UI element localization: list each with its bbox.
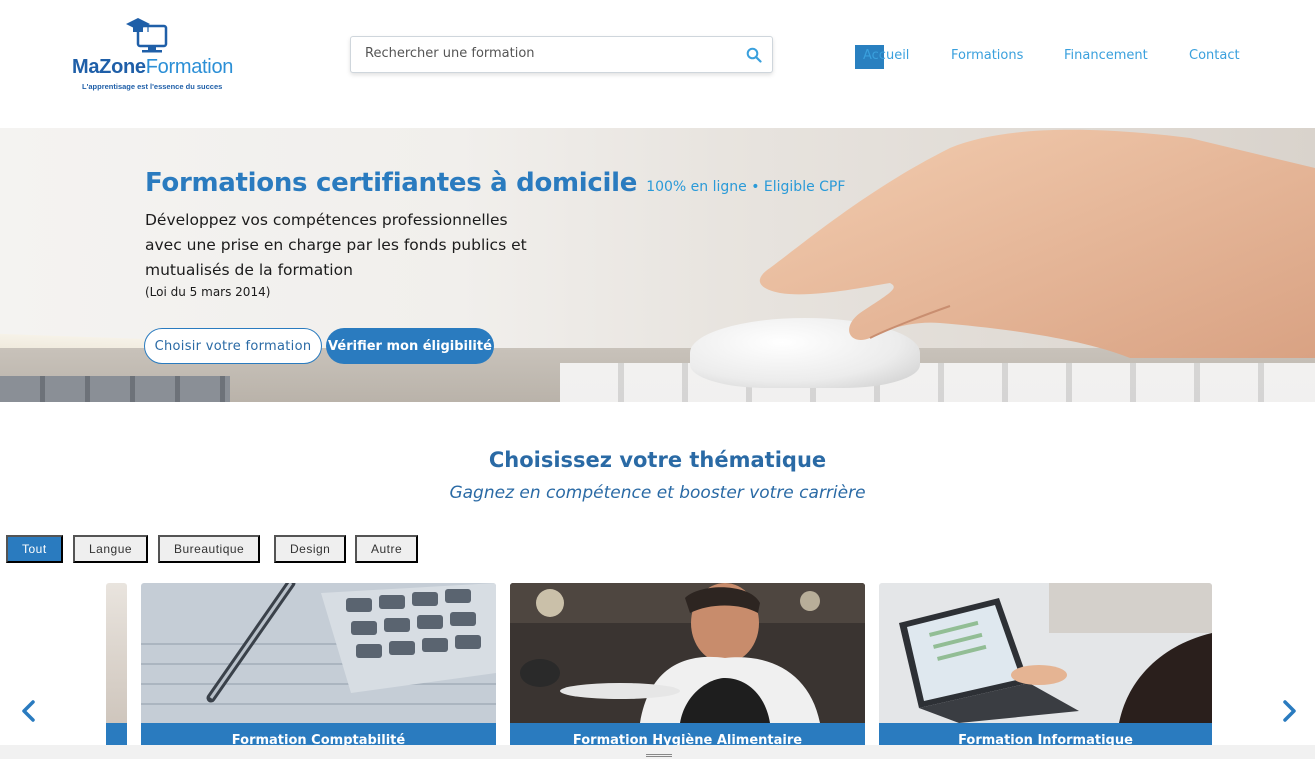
choose-formation-button[interactable]: Choisir votre formation bbox=[144, 328, 322, 364]
hero-description: Développez vos compétences professionnel… bbox=[145, 211, 527, 279]
hero-title: Formations certifiantes à domicile 100% … bbox=[145, 168, 845, 198]
card-image-comptabilite bbox=[141, 583, 496, 723]
check-eligibility-button[interactable]: Vérifier mon éligibilité bbox=[326, 328, 494, 364]
logo-name-part2: Formation bbox=[145, 56, 234, 78]
carousel-card-partial[interactable] bbox=[106, 583, 127, 753]
section-title: Choisissez votre thématique bbox=[488, 448, 827, 472]
hero-bg-laptop-keys bbox=[0, 376, 230, 402]
filter-design[interactable]: Design bbox=[274, 535, 347, 563]
scrollbar-grip-icon[interactable] bbox=[646, 754, 672, 757]
filter-autre[interactable]: Autre bbox=[355, 535, 419, 563]
nav-item-contact[interactable]: Contact bbox=[1189, 48, 1240, 63]
chevron-left-icon[interactable] bbox=[18, 698, 40, 724]
hero-bg-hand bbox=[759, 129, 1315, 358]
nav-item-accueil[interactable]: Accueil bbox=[863, 48, 909, 63]
filter-tout[interactable]: Tout bbox=[6, 535, 63, 563]
card-image bbox=[106, 583, 127, 723]
hero-title-main: Formations certifiantes à domicile bbox=[145, 168, 638, 198]
site-logo[interactable]: MaZoneFormation L'apprentisage est l'ess… bbox=[72, 16, 247, 96]
filter-bureautique[interactable]: Bureautique bbox=[158, 535, 261, 563]
filter-langue[interactable]: Langue bbox=[73, 535, 149, 563]
nav-item-financement[interactable]: Financement bbox=[1064, 48, 1148, 63]
hero-bg-keyboard bbox=[560, 363, 1315, 402]
card-comptabilite[interactable]: Formation Comptabilité bbox=[141, 583, 496, 753]
search-input[interactable] bbox=[365, 46, 725, 61]
site-header: MaZoneFormation L'apprentisage est l'ess… bbox=[0, 0, 1315, 128]
chevron-right-icon[interactable] bbox=[1278, 698, 1300, 724]
card-hygiene-alimentaire[interactable]: Formation Hygiène Alimentaire bbox=[510, 583, 865, 753]
logo-name-part1: MaZone bbox=[72, 56, 146, 78]
hero-law-note: (Loi du 5 mars 2014) bbox=[145, 285, 271, 299]
logo-wordmark: MaZoneFormation bbox=[72, 56, 233, 79]
nav-item-formations[interactable]: Formations bbox=[951, 48, 1023, 63]
section-subtitle: Gagnez en compétence et booster votre ca… bbox=[449, 483, 866, 503]
card-image-hygiene bbox=[510, 583, 865, 723]
card-informatique[interactable]: Formation Informatique bbox=[879, 583, 1212, 753]
search-box bbox=[350, 36, 773, 73]
logo-tagline: L'apprentisage est l'essence du succes bbox=[82, 82, 223, 91]
graduation-cap-monitor-icon bbox=[126, 18, 168, 53]
search-icon[interactable] bbox=[746, 47, 762, 63]
hero-title-suffix: 100% en ligne • Eligible CPF bbox=[646, 179, 846, 195]
hero-banner: Formations certifiantes à domicile 100% … bbox=[0, 128, 1315, 402]
card-image-informatique bbox=[879, 583, 1212, 723]
